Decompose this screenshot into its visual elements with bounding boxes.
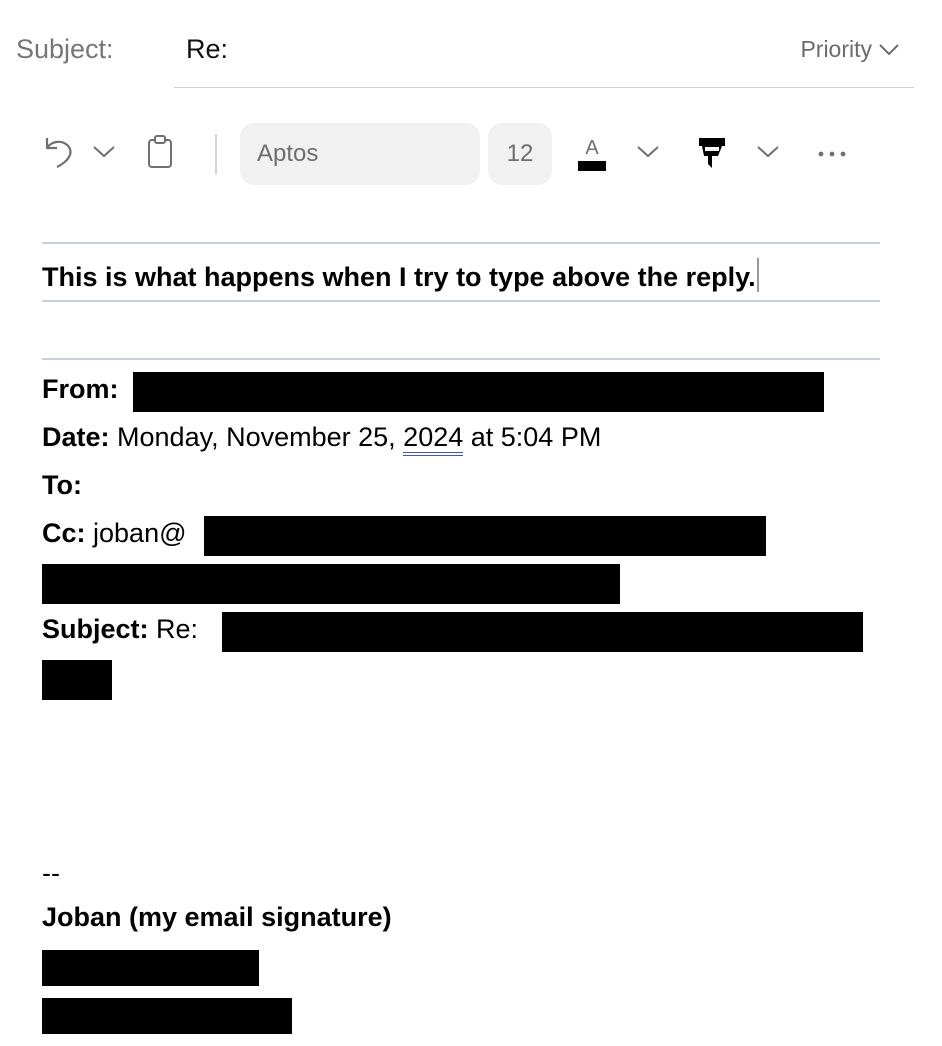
highlight-dropdown-button[interactable] — [752, 140, 784, 168]
subject-divider — [174, 87, 914, 88]
subject-field[interactable]: Re: — [186, 34, 228, 65]
quoted-subject-line: Subject: Re: — [42, 614, 198, 645]
redacted-block — [133, 372, 824, 412]
chevron-down-icon — [756, 145, 780, 164]
chevron-down-icon — [878, 36, 900, 63]
quoted-subject-label: Subject: — [42, 614, 149, 644]
cc-label: Cc: — [42, 518, 86, 548]
redacted-block — [42, 998, 292, 1034]
subject-label: Subject: — [16, 34, 114, 64]
paste-button[interactable] — [140, 134, 180, 174]
chevron-down-icon — [636, 145, 660, 164]
redacted-block — [42, 564, 620, 604]
quoted-cc-line: Cc: joban@ — [42, 518, 187, 549]
more-icon — [817, 145, 847, 163]
undo-dropdown-button[interactable] — [88, 140, 120, 168]
date-year-link[interactable]: 2024 — [403, 422, 464, 456]
clipboard-icon — [145, 134, 175, 175]
undo-icon — [41, 134, 75, 175]
redacted-block — [42, 950, 259, 986]
highlight-button[interactable] — [692, 134, 732, 174]
redacted-block — [204, 516, 766, 556]
date-post: at 5:04 PM — [463, 422, 602, 452]
font-size-dropdown[interactable]: 12 — [488, 123, 552, 185]
quoted-subject-value: Re: — [156, 614, 199, 644]
highlighter-icon — [696, 134, 728, 175]
from-label: From: — [42, 374, 119, 404]
signature-name: Joban (my email signature) — [42, 902, 392, 932]
signature-separator: -- — [42, 858, 60, 888]
body-typed-line[interactable]: This is what happens when I try to type … — [42, 258, 759, 293]
redacted-block — [42, 660, 112, 700]
priority-dropdown[interactable]: Priority — [800, 36, 900, 63]
date-pre: Monday, November 25, — [117, 422, 404, 452]
font-color-icon: A — [578, 138, 606, 171]
font-color-dropdown-button[interactable] — [632, 140, 664, 168]
font-size-value: 12 — [506, 140, 534, 167]
quoted-date-line: Date: Monday, November 25, 2024 at 5:04 … — [42, 422, 602, 456]
toolbar-separator — [215, 134, 217, 174]
divider — [42, 358, 880, 360]
font-name-dropdown[interactable]: Aptos — [240, 123, 480, 185]
date-label: Date: — [42, 422, 110, 452]
quoted-from-line: From: — [42, 374, 119, 405]
font-name-value: Aptos — [257, 140, 319, 167]
redacted-block — [222, 612, 863, 652]
more-options-button[interactable] — [812, 140, 852, 168]
divider — [42, 242, 880, 244]
quoted-to-line: To: — [42, 470, 82, 501]
chevron-down-icon — [92, 145, 116, 164]
text-caret — [756, 258, 759, 292]
cc-value: joban@ — [93, 518, 187, 548]
to-label: To: — [42, 470, 82, 500]
font-color-button[interactable]: A — [572, 132, 612, 176]
divider — [42, 300, 880, 302]
undo-button[interactable] — [38, 134, 78, 174]
priority-label: Priority — [800, 36, 872, 62]
